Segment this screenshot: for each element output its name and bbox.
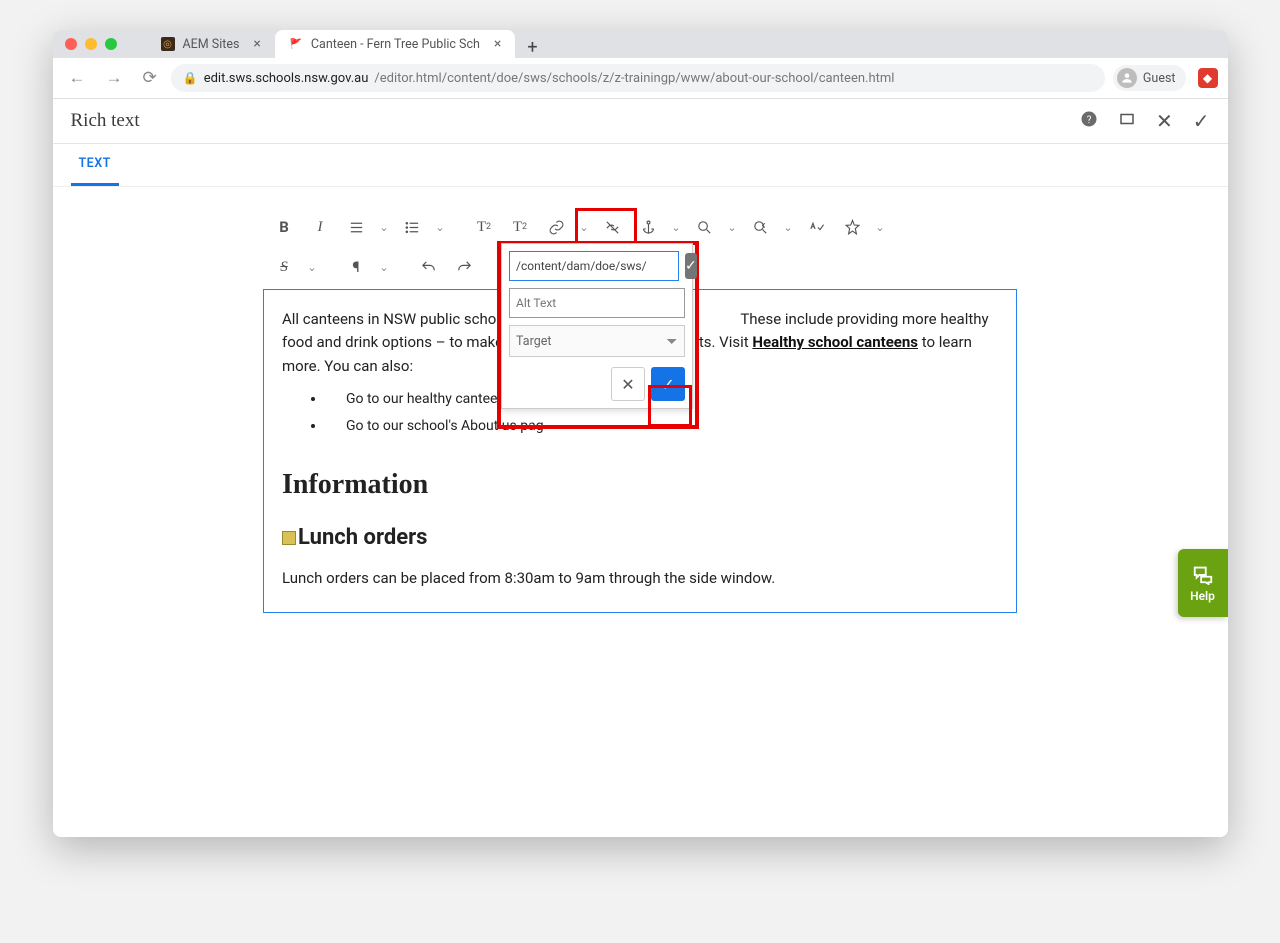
link-cancel-button[interactable]: ✕ (611, 367, 645, 401)
minimize-window-button[interactable] (85, 38, 97, 50)
svg-text:?: ? (1087, 114, 1092, 125)
heading-information[interactable]: Information (282, 463, 998, 506)
superscript-button[interactable]: T2 (503, 211, 537, 243)
spellcheck-button[interactable] (799, 211, 833, 243)
back-button[interactable]: ← (63, 66, 92, 90)
url-host: edit.sws.schools.nsw.gov.au (204, 71, 369, 86)
target-select[interactable]: Target (509, 325, 685, 357)
close-window-button[interactable] (65, 38, 77, 50)
link-path-input[interactable] (509, 251, 679, 281)
undo-button[interactable] (411, 251, 445, 283)
done-icon[interactable]: ✓ (1193, 109, 1210, 133)
anchor-button[interactable] (631, 211, 665, 243)
favorite-button[interactable] (835, 211, 869, 243)
profile-chip[interactable]: Guest (1113, 65, 1186, 91)
profile-label: Guest (1143, 71, 1176, 86)
address-bar[interactable]: 🔒 edit.sws.schools.nsw.gov.au/editor.htm… (171, 64, 1105, 92)
find-button[interactable] (687, 211, 721, 243)
cancel-icon[interactable]: ✕ (1156, 109, 1173, 133)
window-controls (65, 30, 117, 58)
browser-tab-canteen[interactable]: 🚩 Canteen - Fern Tree Public Sch × (275, 30, 515, 58)
list-button[interactable] (395, 211, 429, 243)
bold-button[interactable]: B (267, 211, 301, 243)
path-picker-button[interactable]: ✓ (685, 253, 697, 279)
favicon-icon: ◎ (161, 37, 175, 51)
browser-window: ◎ AEM Sites × 🚩 Canteen - Fern Tree Publ… (53, 30, 1228, 837)
hyperlink-button[interactable] (539, 211, 573, 243)
chevron-down-icon[interactable]: ⌄ (431, 211, 449, 243)
redo-button[interactable] (447, 251, 481, 283)
tab-title: AEM Sites (183, 37, 240, 52)
chevron-down-icon[interactable]: ⌄ (723, 211, 741, 243)
toolbar-row: ← → ⟳ 🔒 edit.sws.schools.nsw.gov.au/edit… (53, 58, 1228, 99)
list-item[interactable]: Go to our school's About us pag (326, 413, 998, 441)
favicon-icon: 🚩 (289, 37, 303, 51)
forward-button[interactable]: → (100, 66, 129, 90)
reload-button[interactable]: ⟳ (137, 66, 163, 90)
close-tab-icon[interactable]: × (253, 36, 260, 52)
chevron-down-icon[interactable]: ⌄ (575, 211, 593, 243)
fullscreen-icon[interactable] (1118, 110, 1136, 133)
chevron-down-icon[interactable]: ⌄ (667, 211, 685, 243)
close-tab-icon[interactable]: × (494, 36, 501, 52)
help-icon[interactable]: ? (1080, 110, 1098, 133)
subscript-button[interactable]: T2 (467, 211, 501, 243)
dialog-header: Rich text ? ✕ ✓ (53, 99, 1228, 144)
chevron-down-icon[interactable]: ⌄ (871, 211, 889, 243)
dialog-title: Rich text (71, 110, 140, 132)
tab-text[interactable]: TEXT (71, 144, 119, 186)
link-dialog: ✓ Target ✕ ✓ (501, 243, 693, 409)
chevron-down-icon[interactable]: ⌄ (779, 211, 797, 243)
paraformat-button[interactable]: ¶ (339, 251, 373, 283)
editor-area: B I ⌄ ⌄ T2 T2 ⌄ ⌄ ⌄ ⌄ ⌄ S⌄ ¶⌄ (53, 187, 1228, 837)
paragraph[interactable]: Lunch orders can be placed from 8:30am t… (282, 567, 998, 590)
extension-button[interactable]: ◆ (1198, 68, 1218, 88)
tab-title: Canteen - Fern Tree Public Sch (311, 37, 480, 52)
new-tab-button[interactable]: + (515, 37, 549, 58)
heading-lunch-orders[interactable]: Lunch orders (282, 521, 998, 555)
link-healthy-canteens[interactable]: Healthy school canteens (752, 333, 918, 351)
link-apply-button[interactable]: ✓ (651, 367, 685, 401)
align-button[interactable] (339, 211, 373, 243)
titlebar: ◎ AEM Sites × 🚩 Canteen - Fern Tree Publ… (53, 30, 1228, 58)
dialog-tabs: TEXT (53, 144, 1228, 187)
chat-icon (1190, 563, 1216, 585)
alt-text-input[interactable] (509, 288, 685, 318)
image-placeholder-icon (282, 531, 296, 545)
italic-button[interactable]: I (303, 211, 337, 243)
help-widget[interactable]: Help (1178, 549, 1228, 617)
rte-wrap: B I ⌄ ⌄ T2 T2 ⌄ ⌄ ⌄ ⌄ ⌄ S⌄ ¶⌄ (263, 205, 1017, 613)
strikethrough-button[interactable]: S (267, 251, 301, 283)
unlink-button[interactable] (595, 211, 629, 243)
chevron-down-icon[interactable]: ⌄ (375, 211, 393, 243)
dialog-actions: ? ✕ ✓ (1080, 109, 1210, 133)
lock-icon: 🔒 (183, 71, 198, 85)
find-replace-button[interactable] (743, 211, 777, 243)
help-label: Help (1190, 589, 1215, 603)
browser-tab-aem-sites[interactable]: ◎ AEM Sites × (147, 30, 275, 58)
chevron-down-icon[interactable]: ⌄ (303, 251, 321, 283)
chevron-down-icon[interactable]: ⌄ (375, 251, 393, 283)
zoom-window-button[interactable] (105, 38, 117, 50)
url-path: /editor.html/content/doe/sws/schools/z/z… (374, 71, 894, 86)
tab-strip: ◎ AEM Sites × 🚩 Canteen - Fern Tree Publ… (147, 30, 550, 58)
avatar-icon (1117, 68, 1137, 88)
